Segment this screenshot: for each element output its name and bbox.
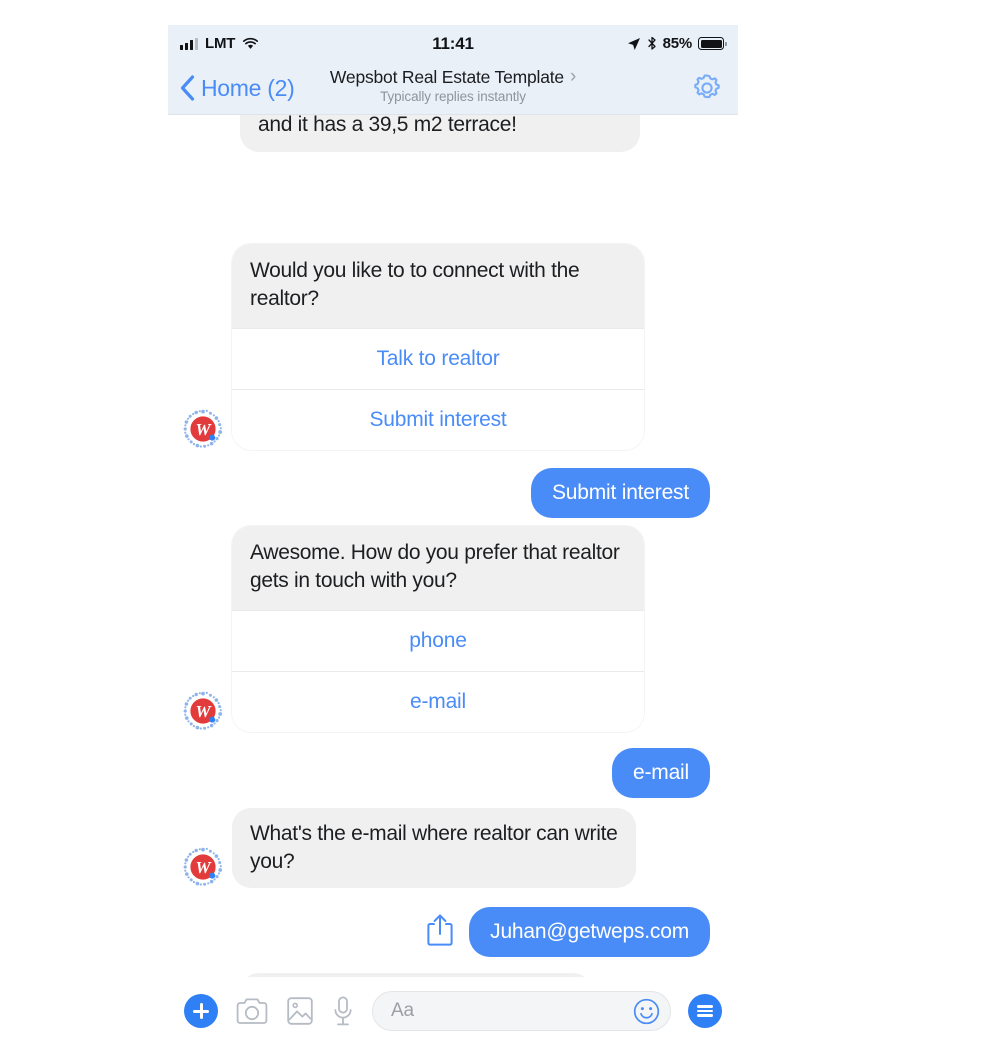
battery-percent-label: 85% [663,35,692,52]
carrier-label: LMT [205,35,235,52]
wifi-icon [242,37,259,50]
wepsbot-avatar: W [182,408,224,450]
message-row: Submit interest [531,468,710,518]
status-bar-left: LMT [180,35,259,52]
message-row: and it has a 39,5 m2 terrace! [240,115,640,152]
card-button-email[interactable]: e-mail [232,671,644,732]
gear-icon[interactable] [690,71,724,105]
status-bar-right: 85% [627,35,724,52]
photo-icon[interactable] [286,995,314,1027]
composer-bar: Aa [168,977,738,1045]
card-button-submit-interest[interactable]: Submit interest [232,389,644,450]
incoming-bubble: What's the e-mail where realtor can writ… [232,808,636,888]
message-input-placeholder: Aa [391,1000,633,1022]
status-bar: LMT 11:41 85% [168,25,738,62]
back-button-label: Home (2) [201,75,294,102]
incoming-bubble: and it has a 39,5 m2 terrace! [240,115,640,152]
hamburger-menu-icon[interactable] [688,994,722,1028]
card-button-talk-to-realtor[interactable]: Talk to realtor [232,328,644,389]
share-icon[interactable] [425,912,455,948]
signal-bars-icon [180,38,198,50]
smiley-icon[interactable] [633,998,660,1025]
back-button[interactable]: Home (2) [180,75,294,102]
battery-icon [698,37,724,50]
card-message-text: Awesome. How do you prefer that realtor … [232,526,644,610]
conversation-title: Wepsbot Real Estate Template [330,67,564,88]
phone-screen: LMT 11:41 85% [168,25,738,1045]
outgoing-bubble: Juhan@getweps.com [469,907,710,957]
wepsbot-avatar: W [182,846,224,888]
quick-reply-card: Awesome. How do you prefer that realtor … [232,526,644,732]
message-row: W Awesome. How do you prefer that realto… [182,526,644,732]
conversation-title-row[interactable]: Wepsbot Real Estate Template › [330,66,576,88]
chevron-left-icon [180,75,195,101]
message-row: Juhan@getweps.com [425,907,710,957]
wepsbot-avatar: W [182,690,224,732]
plus-circle-icon[interactable] [184,994,218,1028]
bluetooth-icon [647,36,657,51]
message-row: e-mail [612,748,710,798]
chevron-right-icon: › [570,66,576,88]
message-input[interactable]: Aa [372,991,671,1031]
message-row: W What's the e-mail where realtor can wr… [182,808,636,888]
quick-reply-card: Would you like to to connect with the re… [232,244,644,450]
outgoing-bubble: e-mail [612,748,710,798]
location-arrow-icon [627,37,641,51]
microphone-icon[interactable] [331,995,355,1027]
card-message-text: Would you like to to connect with the re… [232,244,644,328]
chat-thread[interactable]: and it has a 39,5 m2 terrace! [168,115,738,993]
nav-bar: Home (2) Wepsbot Real Estate Template › … [168,62,738,115]
card-button-phone[interactable]: phone [232,610,644,671]
camera-icon[interactable] [235,996,269,1026]
outgoing-bubble: Submit interest [531,468,710,518]
message-row: W Would you like to to connect with the … [182,244,644,450]
